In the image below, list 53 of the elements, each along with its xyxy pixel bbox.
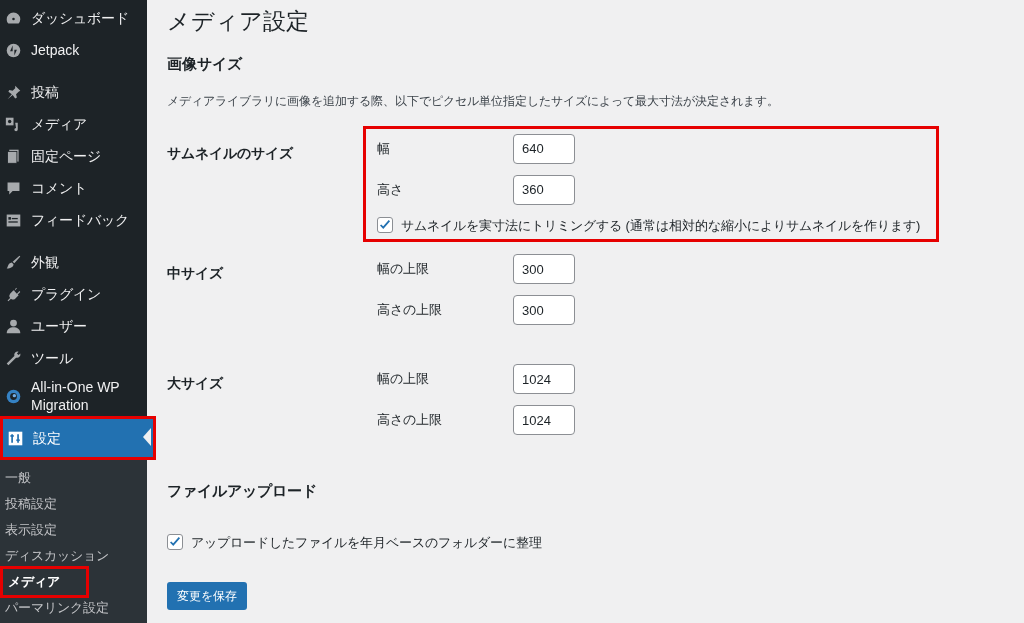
sidebar-menu-item[interactable]: メディア	[0, 108, 147, 140]
submenu-item[interactable]: ディスカッション	[0, 543, 147, 569]
field-label: 幅の上限	[377, 370, 430, 389]
pin-icon	[5, 83, 22, 101]
field-label: 幅の上限	[377, 260, 430, 279]
checkbox-label: サムネイルを実寸法にトリミングする (通常は相対的な縮小によりサムネイルを作ります)	[401, 216, 921, 235]
sidebar-menu-item[interactable]: Jetpack	[0, 34, 147, 66]
checkbox[interactable]	[167, 534, 183, 551]
submenu-item[interactable]: 一般	[0, 465, 147, 491]
checkbox-label: アップロードしたファイルを年月ベースのフォルダーに整理	[191, 533, 542, 552]
number-input[interactable]: 1024	[513, 405, 575, 435]
field-label: 高さの上限	[377, 301, 443, 320]
pages-icon	[5, 147, 22, 165]
number-input[interactable]: 300	[513, 254, 575, 284]
section-description: メディアライブラリに画像を追加する際、以下でピクセル単位指定したサイズによって最大寸法が決定されます。	[167, 92, 780, 110]
swirl-circle-icon	[5, 387, 22, 405]
sidebar-menu-item[interactable]: プラグイン	[0, 278, 147, 310]
sidebar-menu-item[interactable]: 固定ページ	[0, 140, 147, 172]
field-label: 高さ	[377, 180, 404, 199]
row-label: サムネイルのサイズ	[167, 143, 295, 163]
paintbrush-icon	[5, 253, 22, 271]
section-heading: 画像サイズ	[167, 54, 244, 74]
field-label: 高さの上限	[377, 411, 443, 430]
user-icon	[5, 317, 22, 335]
submenu-item[interactable]: 表示設定	[0, 517, 147, 543]
submenu-item[interactable]: 投稿設定	[0, 491, 147, 517]
submenu-item[interactable]: メディア	[3, 569, 86, 595]
current-pointer-icon	[143, 428, 151, 446]
sidebar-menu-item[interactable]: コメント	[0, 172, 147, 204]
number-input[interactable]: 640	[513, 133, 575, 164]
sidebar-menu-item[interactable]: ユーザー	[0, 310, 147, 342]
sidebar-menu-item[interactable]: フィードバック	[0, 204, 147, 236]
save-button[interactable]: 変更を保存	[167, 582, 247, 610]
field-label: 幅	[377, 139, 391, 158]
wrench-icon	[5, 349, 22, 367]
bolt-circle-icon	[5, 41, 22, 59]
sidebar-menu-item[interactable]: ツール	[0, 342, 147, 374]
sidebar-menu-item[interactable]: 投稿	[0, 76, 147, 108]
sidebar-menu-item[interactable]: 設定	[2, 418, 154, 458]
row-label: 中サイズ	[167, 264, 225, 283]
sidebar-menu-item[interactable]: 外観	[0, 246, 147, 278]
checkbox[interactable]	[377, 217, 393, 234]
number-input[interactable]: 300	[513, 295, 575, 325]
sidebar-menu-item[interactable]: All-in-One WP Migration	[0, 374, 147, 418]
number-input[interactable]: 360	[513, 174, 575, 205]
sliders-icon	[7, 429, 24, 447]
sidebar-menu-item[interactable]: ダッシュボード	[0, 2, 147, 34]
page-title: メディア設定	[167, 7, 310, 36]
number-input[interactable]: 1024	[513, 364, 575, 394]
section-heading: ファイルアップロード	[167, 481, 318, 501]
row-label: 大サイズ	[167, 374, 225, 393]
submenu-item[interactable]: パーマリンク設定	[0, 595, 147, 621]
plug-icon	[5, 285, 22, 303]
